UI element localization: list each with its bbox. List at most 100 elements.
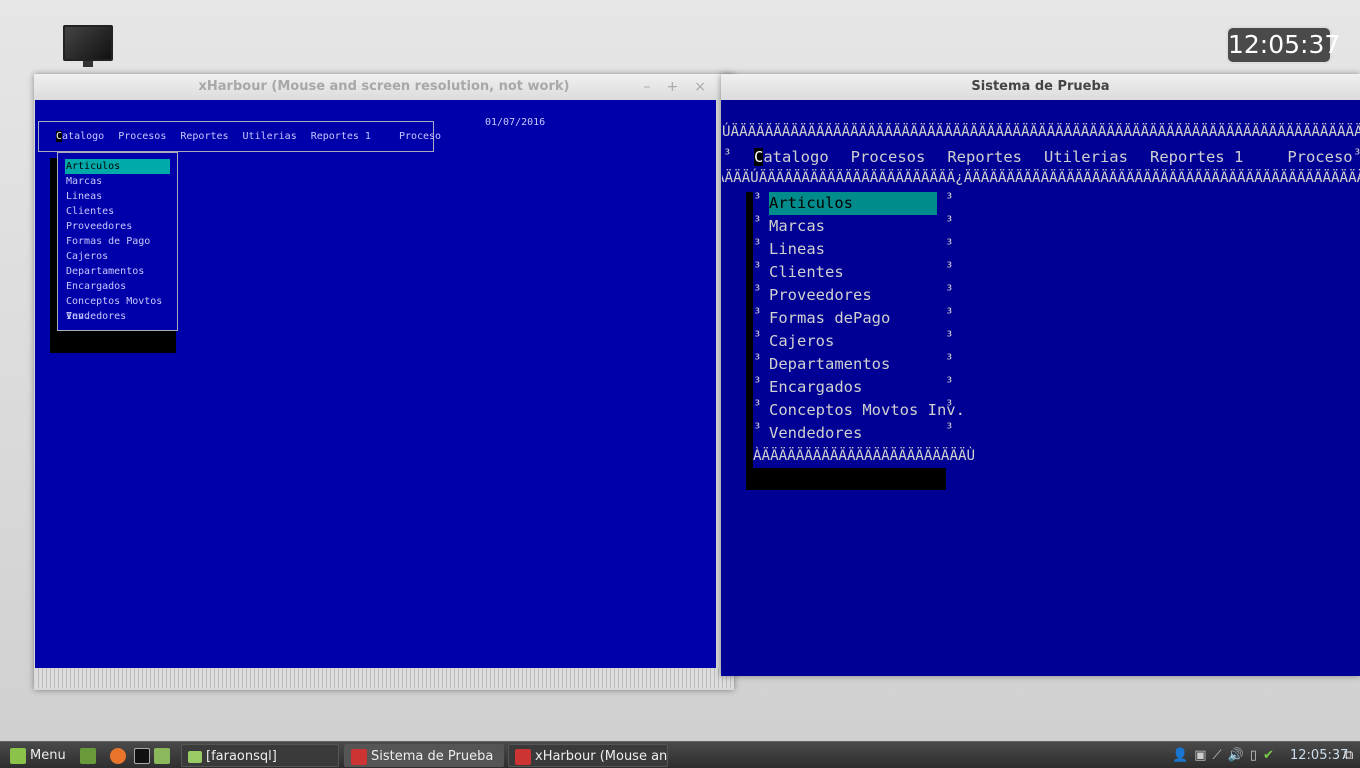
shield-icon[interactable]: ✔ [1263, 748, 1280, 763]
dropdown-item[interactable]: Departamentos [65, 264, 170, 279]
menu-catalogo[interactable]: Catalogo [56, 131, 104, 142]
dropdown-row: ³ Encargados ³ [753, 375, 963, 399]
dropdown-item[interactable]: Formas de Pago [65, 234, 170, 249]
menu-utilerias[interactable]: Utilerias [1044, 148, 1128, 166]
menu-reportes-1[interactable]: Reportes 1 [311, 131, 371, 142]
window-title: Sistema de Prueba [721, 74, 1360, 100]
show-desktop-launcher[interactable] [74, 744, 100, 767]
border-char: ³ [945, 306, 954, 322]
menu-reportes[interactable]: Reportes [180, 131, 228, 142]
taskbar-item-xharbour[interactable]: xHarbour (Mouse an... [508, 744, 668, 767]
desktop-clock: 12:05:37 [1226, 26, 1340, 64]
menu-border-right: ³ [1353, 147, 1360, 163]
dropdown-row: ³ Proveedores ³ [753, 283, 963, 307]
dropdown-item[interactable]: Cajeros [769, 330, 937, 353]
border-char: ³ [753, 214, 762, 230]
dropdown-item[interactable]: Encargados [769, 376, 937, 399]
battery-icon[interactable]: ▯ [1250, 748, 1263, 763]
dropdown-item[interactable]: Proveedores [769, 284, 937, 307]
menu-border-left: ³ [723, 147, 732, 163]
dropdown-item[interactable]: Departamentos [769, 353, 937, 376]
border-char: ³ [753, 306, 762, 322]
computer-desktop-icon[interactable] [63, 25, 113, 67]
dropdown-item[interactable]: Marcas [65, 174, 170, 189]
dropdown-item[interactable]: Vendedores [65, 309, 170, 324]
dropdown-item[interactable]: Articulos [65, 159, 170, 174]
dropdown-row: ³ Vendedores ³ [753, 421, 963, 445]
folder-icon [154, 747, 170, 764]
menu-border-mid: ÀÄÄÄÚÄÄÄÄÄÄÄÄÄÄÄÄÄÄÄÄÄÄÄÄÄÄÄ¿ÄÄÄÄÄÄÄÄÄÄÄ… [722, 170, 1360, 186]
folder-icon [188, 750, 202, 763]
console-area: ÚÄÄÄÄÄÄÄÄÄÄÄÄÄÄÄÄÄÄÄÄÄÄÄÄÄÄÄÄÄÄÄÄÄÄÄÄÄÄÄ… [722, 100, 1360, 674]
border-char: ³ [753, 375, 762, 391]
border-char: ³ [945, 214, 954, 230]
dropdown-item[interactable]: Formas dePago [769, 307, 937, 330]
menu-bar-items: Catalogo Procesos Reportes Utilerias Reporte… [754, 146, 1353, 169]
console-area: 01/07/2016 Catalogo Procesos Reportes Utile… [35, 100, 716, 668]
dropdown-row: ³ Formas dePago ³ [753, 306, 963, 330]
dropdown-border-bottom: ÀÄÄÄÄÄÄÄÄÄÄÄÄÄÄÄÄÄÄÄÄÄÄÄÄÙ [753, 448, 976, 464]
menu-utilerias[interactable]: Utilerias [243, 131, 297, 142]
border-char: ³ [945, 375, 954, 391]
dropdown-item[interactable]: Marcas [769, 215, 937, 238]
update-icon[interactable]: ▣ [1194, 748, 1212, 763]
menu-label: Menu [30, 748, 66, 763]
border-char: ³ [753, 260, 762, 276]
dropdown-item[interactable]: Conceptos Movtos Inv. [769, 399, 965, 422]
dropdown-item[interactable]: Lineas [769, 238, 937, 261]
taskbar-item-sistema[interactable]: Sistema de Prueba [344, 744, 504, 767]
dropdown-item[interactable]: Proveedores [65, 219, 170, 234]
border-char: ³ [753, 398, 762, 414]
user-icon[interactable]: 👤 [1172, 748, 1194, 763]
close-button[interactable]: × [694, 79, 722, 95]
menu-proceso[interactable]: Proceso [1287, 148, 1352, 166]
firefox-icon [110, 747, 126, 764]
border-char: ³ [945, 191, 954, 207]
menu-reportes-1[interactable]: Reportes 1 [1150, 148, 1243, 166]
dropdown-menu: Articulos Marcas Lineas Clientes Proveedores… [57, 152, 178, 331]
window-list-icon[interactable]: ⧉ [1338, 744, 1353, 767]
menu-catalogo[interactable]: Catalogo [754, 148, 829, 166]
border-char: ³ [945, 260, 954, 276]
maximize-button[interactable]: + [667, 79, 695, 95]
dropdown-menu: ³ Articulos ³ ³ Marcas ³ ³ Lineas ³ ³ Clientes ³ ³ Pr… [753, 191, 965, 468]
border-char: ³ [945, 283, 954, 299]
menu-border-top: ÚÄÄÄÄÄÄÄÄÄÄÄÄÄÄÄÄÄÄÄÄÄÄÄÄÄÄÄÄÄÄÄÄÄÄÄÄÄÄÄ… [722, 124, 1360, 140]
menu-procesos[interactable]: Procesos [118, 131, 166, 142]
window-bottom-edge [35, 668, 733, 688]
border-char: ³ [945, 329, 954, 345]
dropdown-item[interactable]: Clientes [65, 204, 170, 219]
desktop-icon [80, 747, 96, 764]
menu-procesos[interactable]: Procesos [851, 148, 926, 166]
start-menu-button[interactable]: Menu [4, 744, 66, 767]
border-char: ³ [753, 329, 762, 345]
taskbar-item-label: Sistema de Prueba [371, 749, 494, 764]
firefox-launcher[interactable] [104, 744, 130, 767]
xharbour-window: xHarbour (Mouse and screen resolution, n… [34, 74, 734, 690]
taskbar-item-faraonsql[interactable]: [faraonsql] [181, 744, 339, 767]
dropdown-row: ³ Conceptos Movtos Inv. ³ [753, 398, 965, 422]
dropdown-item[interactable]: Conceptos Movtos Inv. [65, 294, 170, 322]
dropdown-item[interactable]: Encargados [65, 279, 170, 294]
dropdown-item[interactable]: Articulos [769, 192, 937, 215]
files-launcher[interactable] [148, 744, 174, 767]
border-char: ³ [945, 398, 954, 414]
window-controls[interactable]: –+× [644, 74, 722, 100]
minimize-button[interactable]: – [644, 79, 667, 95]
dropdown-item[interactable]: Lineas [65, 189, 170, 204]
system-tray[interactable]: 👤▣⟋🔊▯✔ [1166, 744, 1280, 767]
dropdown-row: ³ Lineas ³ [753, 237, 963, 261]
dropdown-item[interactable]: Vendedores [769, 422, 937, 445]
menu-proceso[interactable]: Proceso [399, 131, 441, 142]
dropdown-row: ³ Departamentos ³ [753, 352, 963, 376]
menu-reportes[interactable]: Reportes [947, 148, 1022, 166]
dropdown-item[interactable]: Cajeros [65, 249, 170, 264]
date-label: 01/07/2016 [485, 117, 546, 128]
network-icon[interactable]: ⟋ [1212, 748, 1227, 763]
window-title: xHarbour (Mouse and screen resolution, n… [34, 74, 734, 100]
volume-icon[interactable]: 🔊 [1228, 748, 1250, 763]
taskbar: Menu [faraonsql] Sistema de Prueba xHarb… [0, 741, 1360, 768]
border-char: ³ [753, 191, 762, 207]
dropdown-row: ³ Articulos ³ [753, 191, 963, 215]
dropdown-item[interactable]: Clientes [769, 261, 937, 284]
